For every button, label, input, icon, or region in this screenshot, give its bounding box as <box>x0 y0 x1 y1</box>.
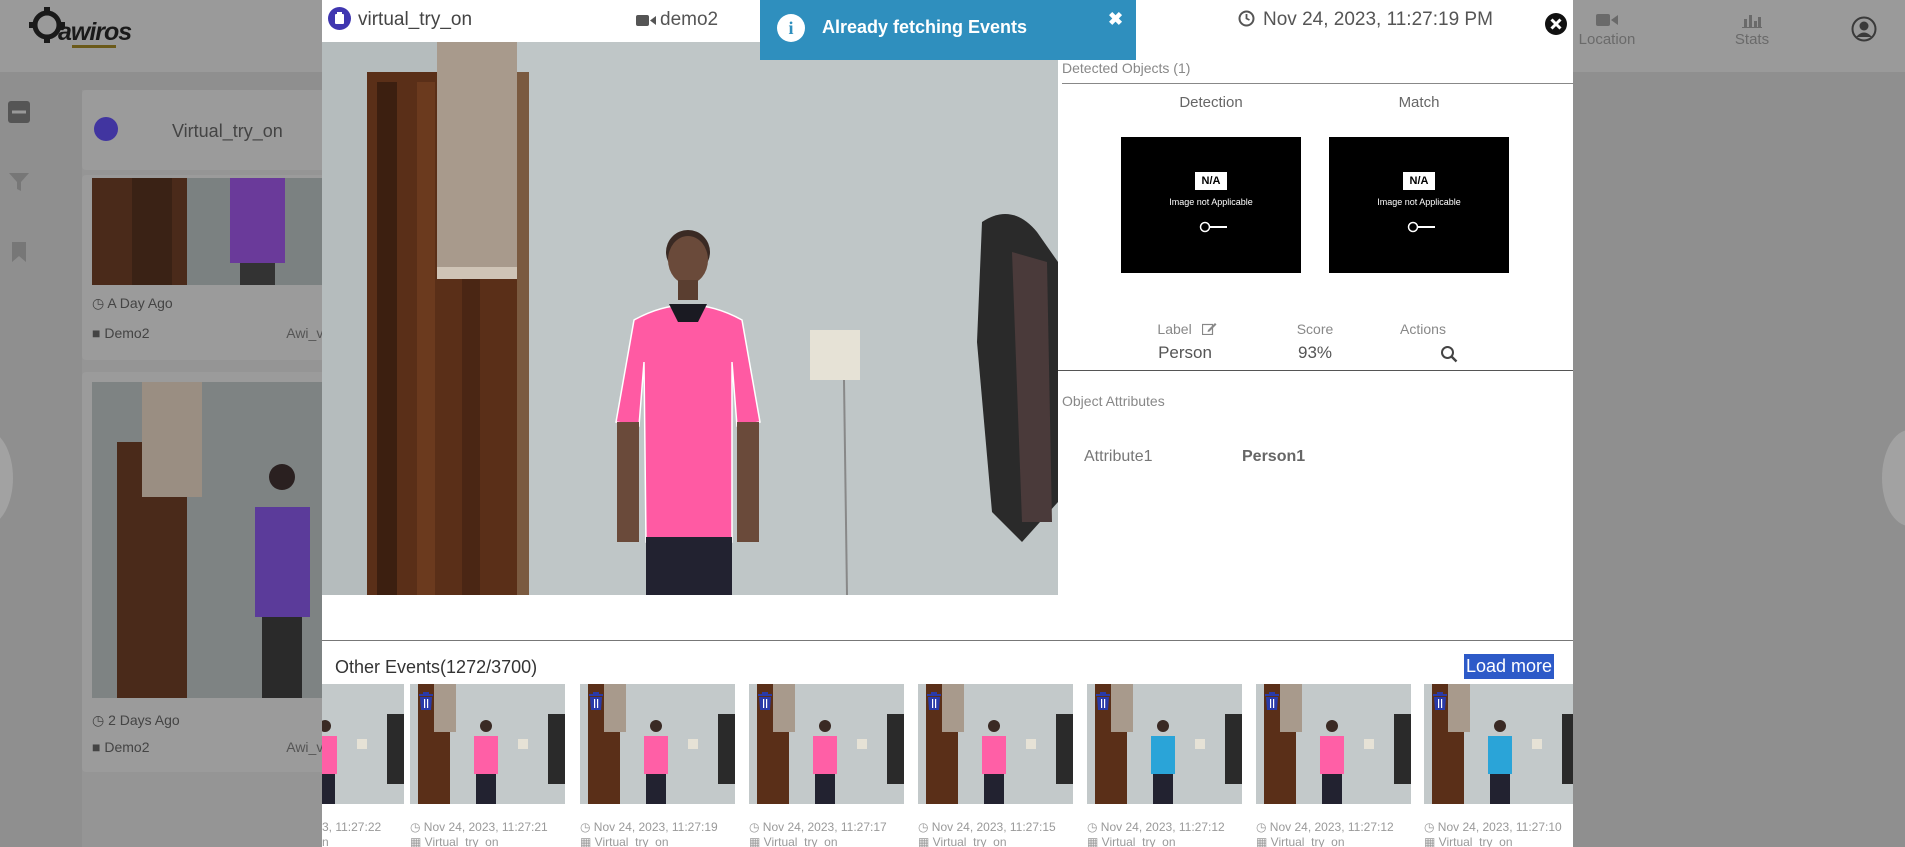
camera-badge-icon <box>94 117 118 141</box>
object-attributes-title: Object Attributes <box>1062 393 1165 409</box>
modal-title: virtual_try_on <box>358 9 473 30</box>
event-card-camera: ■ Demo2 <box>92 325 150 341</box>
attribute-key: Attribute1 <box>1084 448 1153 465</box>
event-card-time: ◷ A Day Ago <box>92 295 173 311</box>
event-card[interactable]: ◷ A Day Ago ■ Demo2 Awi_vir... <box>82 175 342 360</box>
event-thumbnail-camera: ▦ Virtual_try_on <box>410 835 499 847</box>
search-icon[interactable] <box>1440 345 1458 363</box>
nav-location-label: Location <box>1578 31 1636 48</box>
actions-header: Actions <box>1400 321 1446 337</box>
delete-icon[interactable] <box>1432 692 1448 710</box>
nav-location[interactable]: Location <box>1562 12 1652 48</box>
event-card[interactable]: ◷ 2 Days Ago ■ Demo2 Awi_vir... <box>82 372 342 772</box>
event-thumbnail-camera: ▦ Virtual_try_on <box>580 835 669 847</box>
awiros-mark-icon <box>1407 221 1435 233</box>
na-badge: N/A <box>1195 172 1227 190</box>
label-header: Label <box>1142 321 1232 337</box>
edit-icon[interactable] <box>1201 322 1217 336</box>
label-value: Person <box>1158 343 1212 362</box>
divider <box>1058 370 1573 371</box>
delete-icon[interactable] <box>926 692 942 710</box>
event-thumbnail-camera: ▦ Virtual_try_on <box>1087 835 1176 847</box>
divider <box>322 640 1573 641</box>
event-card-camera: ■ Demo2 <box>92 739 150 755</box>
nav-stats-label: Stats <box>1734 31 1770 48</box>
delete-icon[interactable] <box>418 692 434 710</box>
event-thumbnail-camera: n <box>322 835 329 847</box>
na-text: Image not Applicable <box>1377 197 1461 207</box>
next-arrow-button[interactable] <box>1882 430 1905 526</box>
score-header: Score <box>1296 321 1334 337</box>
event-thumbnail-time: ◷ Nov 24, 2023, 11:27:17 <box>749 820 887 834</box>
event-card-time: ◷ 2 Days Ago <box>92 712 180 728</box>
filter-icon[interactable] <box>7 170 31 194</box>
event-card-image <box>92 382 342 698</box>
event-thumbnail-camera: ▦ Virtual_try_on <box>1424 835 1513 847</box>
attribute-value: Person1 <box>1242 448 1306 465</box>
event-thumbnail-time: ◷ Nov 24, 2023, 11:27:12 <box>1087 820 1225 834</box>
clock-icon <box>1238 10 1255 27</box>
event-thumbnail-camera: ▦ Virtual_try_on <box>918 835 1007 847</box>
logo-text: awiros <box>58 18 132 46</box>
nav-stats[interactable]: Stats <box>1707 12 1797 48</box>
load-more-button[interactable]: Load more <box>1464 654 1555 679</box>
event-thumbnail-camera: ▦ Virtual_try_on <box>749 835 838 847</box>
event-thumbnail-time: ◷ Nov 24, 2023, 11:27:10 <box>1424 820 1562 834</box>
other-events-title: Other Events(1272/3700) <box>335 657 538 677</box>
toast-close-icon[interactable]: ✖ <box>1108 9 1123 30</box>
score-value: 93% <box>1297 343 1333 362</box>
app-badge-icon <box>328 7 351 30</box>
delete-icon[interactable] <box>1095 692 1111 710</box>
event-thumbnail-time: ◷ Nov 24, 2023, 11:27:15 <box>918 820 1056 834</box>
close-icon[interactable] <box>1545 13 1567 35</box>
logo-tagline <box>72 45 116 48</box>
event-thumbnail-camera: ▦ Virtual_try_on <box>1256 835 1345 847</box>
modal-camera: demo2 <box>636 9 718 31</box>
collapse-icon[interactable] <box>7 100 31 124</box>
toast-message: Already fetching Events <box>822 17 1028 37</box>
event-thumbnail-time: ◷ Nov 24, 2023, 11:27:21 <box>410 820 548 834</box>
event-thumbnail-time: ◷ Nov 24, 2023, 11:27:19 <box>580 820 718 834</box>
match-header: Match <box>1398 94 1440 111</box>
user-avatar-icon[interactable] <box>1851 16 1877 42</box>
na-badge: N/A <box>1403 172 1435 190</box>
video-camera-icon <box>636 15 656 26</box>
delete-icon[interactable] <box>1264 692 1280 710</box>
prev-arrow-button[interactable] <box>0 430 13 526</box>
info-icon: i <box>777 14 805 42</box>
bookmark-icon[interactable] <box>7 240 31 264</box>
detected-objects-title: Detected Objects (1) <box>1062 60 1191 76</box>
awiros-mark-icon <box>1199 221 1227 233</box>
na-text: Image not Applicable <box>1169 197 1253 207</box>
match-image[interactable]: N/A Image not Applicable <box>1329 137 1509 273</box>
event-thumbnail-time: ◷ Nov 24, 2023, 11:27:12 <box>1256 820 1394 834</box>
detection-image[interactable]: N/A Image not Applicable <box>1121 137 1301 273</box>
toast-notification: i Already fetching Events ✖ <box>760 0 1136 60</box>
app-logo[interactable]: awiros <box>28 6 132 50</box>
divider <box>1062 83 1573 84</box>
event-list-header[interactable]: Virtual_try_on <box>82 90 342 170</box>
event-list-title: Virtual_try_on <box>172 121 283 141</box>
event-thumbnail[interactable] <box>322 684 404 804</box>
event-detail-modal: virtual_try_on demo2 Nov 24, 2023, 11:27… <box>322 0 1573 847</box>
video-camera-icon <box>1596 14 1618 26</box>
delete-icon[interactable] <box>588 692 604 710</box>
modal-timestamp: Nov 24, 2023, 11:27:19 PM <box>1238 9 1493 31</box>
event-thumbnail-time: 3, 11:27:22 <box>322 820 382 834</box>
bar-chart-icon <box>1742 15 1762 28</box>
detection-header: Detection <box>1179 94 1243 111</box>
event-image <box>322 42 1058 595</box>
event-card-image <box>92 178 342 285</box>
delete-icon[interactable] <box>757 692 773 710</box>
